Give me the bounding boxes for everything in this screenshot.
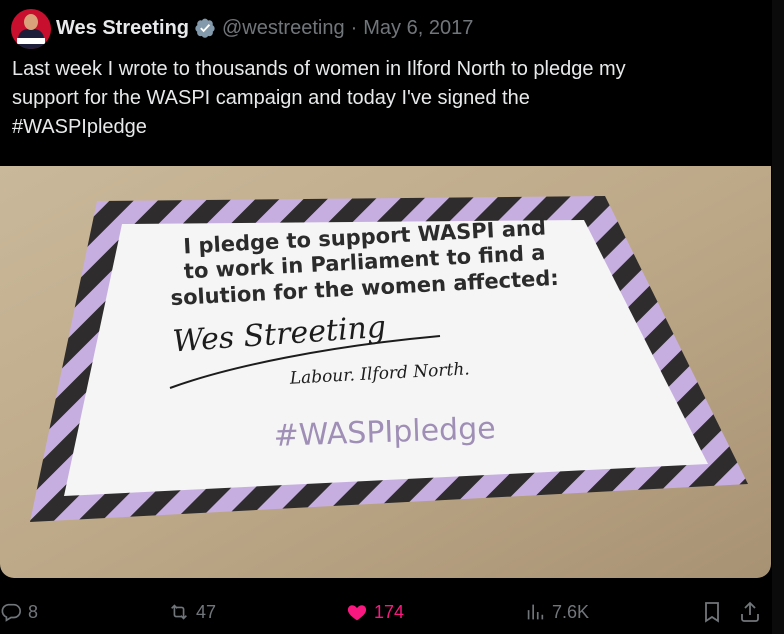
- share-icon: [741, 601, 759, 622]
- bookmark-icon: [705, 602, 719, 623]
- like-button[interactable]: 174: [346, 592, 404, 632]
- hashtag-link[interactable]: #WASPIpledge: [12, 113, 772, 142]
- avatar-tag: [17, 38, 45, 44]
- repost-count: 47: [196, 601, 217, 622]
- avatar-head: [24, 14, 38, 30]
- repost-button[interactable]: 47: [168, 592, 216, 632]
- tweet-text-line: Last week I wrote to thousands of women …: [12, 58, 626, 80]
- verified-icon: [195, 18, 215, 38]
- tweet-date[interactable]: May 6, 2017: [363, 17, 473, 40]
- repost-icon: [171, 604, 187, 620]
- tweet-actions: 8 47 174 7.6K: [0, 592, 784, 632]
- pledge-photo: I pledge to support WASPI and to work in…: [0, 166, 771, 578]
- share-button[interactable]: [738, 592, 762, 632]
- separator-dot: ·: [350, 16, 358, 39]
- reply-button[interactable]: 8: [0, 592, 38, 632]
- tweet-photo[interactable]: I pledge to support WASPI and to work in…: [0, 166, 771, 578]
- views-count: 7.6K: [552, 601, 590, 622]
- heart-icon: [347, 605, 367, 621]
- tweet-text-line: support for the WASPI campaign and today…: [12, 87, 530, 109]
- like-count: 174: [374, 601, 405, 622]
- bookmark-button[interactable]: [700, 592, 724, 632]
- tweet[interactable]: Wes Streeting @westreeting · May 6, 2017…: [0, 0, 784, 634]
- reply-icon: [1, 603, 21, 622]
- tweet-header: Wes Streeting @westreeting · May 6, 2017: [56, 14, 473, 42]
- author-name[interactable]: Wes Streeting: [56, 17, 189, 40]
- avatar[interactable]: [11, 9, 51, 49]
- views-button[interactable]: 7.6K: [524, 592, 589, 632]
- views-icon: [527, 604, 544, 620]
- reply-count: 8: [28, 601, 39, 622]
- author-handle[interactable]: @westreeting: [222, 17, 345, 40]
- tweet-text: Last week I wrote to thousands of women …: [12, 55, 772, 142]
- scrollbar[interactable]: [772, 0, 784, 634]
